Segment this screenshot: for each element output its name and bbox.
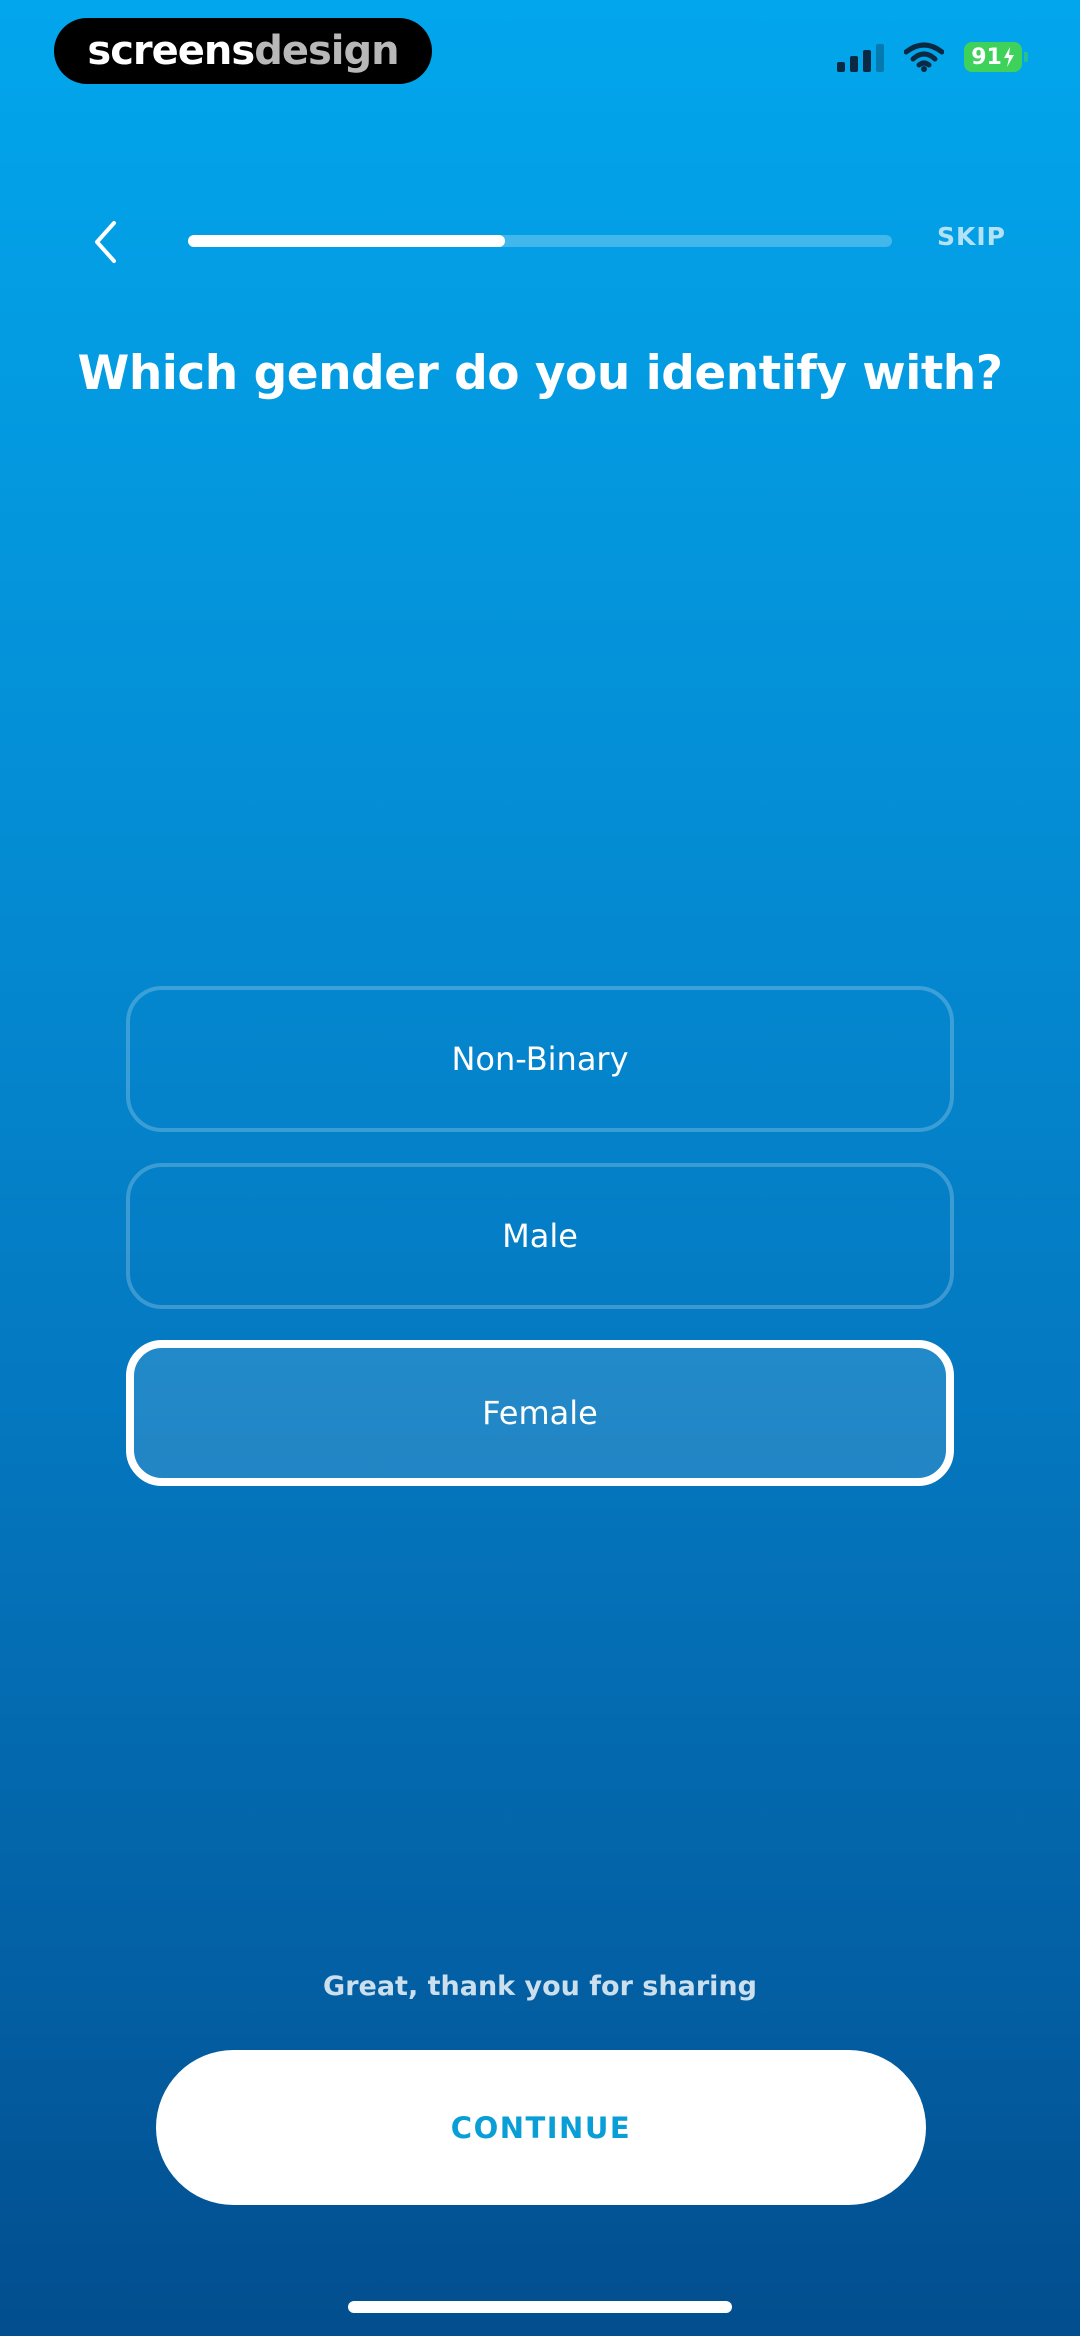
- confirmation-message: Great, thank you for sharing: [323, 1971, 757, 2002]
- continue-button-label: CONTINUE: [450, 2110, 632, 2145]
- home-indicator: [348, 2301, 732, 2313]
- watermark-part2: design: [254, 28, 399, 74]
- battery-indicator: 91: [964, 42, 1028, 72]
- wifi-icon: [904, 42, 944, 72]
- chevron-left-icon: [95, 221, 116, 263]
- option-female[interactable]: Female: [126, 1340, 954, 1486]
- page-title: Which gender do you identify with?: [77, 346, 1003, 401]
- option-male[interactable]: Male: [126, 1163, 954, 1309]
- charging-bolt-icon: [1003, 47, 1014, 67]
- battery-level: 91: [971, 44, 1002, 70]
- watermark-part1: screens: [87, 28, 255, 74]
- skip-button[interactable]: SKIP: [937, 222, 1006, 251]
- gender-options-list: Non-Binary Male Female: [126, 986, 954, 1517]
- screensdesign-watermark: screens design: [54, 18, 432, 84]
- cellular-signal-icon: [837, 42, 884, 72]
- progress-fill: [188, 235, 505, 247]
- onboarding-progress-bar: [188, 235, 892, 247]
- back-button[interactable]: [80, 212, 130, 272]
- continue-button[interactable]: CONTINUE: [156, 2050, 926, 2205]
- status-bar-right: 91: [837, 38, 1028, 76]
- option-non-binary[interactable]: Non-Binary: [126, 986, 954, 1132]
